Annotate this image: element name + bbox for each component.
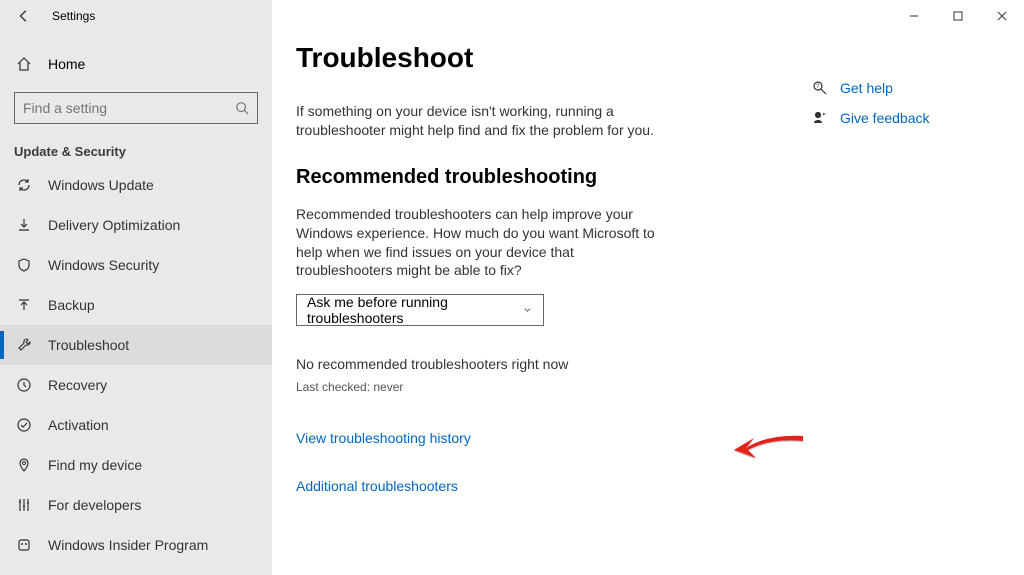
nav-label: Windows Security: [48, 257, 159, 273]
clock-icon: [16, 377, 32, 393]
recommended-intro: Recommended troubleshooters can help imp…: [296, 205, 656, 281]
minimize-icon: [909, 11, 919, 21]
back-button[interactable]: [14, 6, 34, 26]
recommended-heading: Recommended troubleshooting: [296, 166, 788, 189]
additional-troubleshooters-link[interactable]: Additional troubleshooters: [296, 478, 788, 494]
search-box[interactable]: [14, 92, 258, 124]
maximize-icon: [953, 11, 963, 21]
aside-links: ? Get help Give feedback: [812, 0, 1022, 575]
home-nav[interactable]: Home: [0, 44, 272, 84]
home-icon: [16, 56, 32, 72]
settings-window: Settings Home Update & Security Windows …: [0, 0, 1024, 575]
sidebar: Settings Home Update & Security Windows …: [0, 0, 272, 575]
wrench-icon: [16, 337, 32, 353]
nav-label: Activation: [48, 417, 109, 433]
nav-label: Windows Insider Program: [48, 537, 208, 553]
section-title: Update & Security: [0, 128, 272, 165]
nav-delivery-optimization[interactable]: Delivery Optimization: [0, 205, 272, 245]
arrow-left-icon: [17, 9, 31, 23]
nav-windows-update[interactable]: Windows Update: [0, 165, 272, 205]
dropdown-value: Ask me before running troubleshooters: [307, 294, 522, 326]
nav-label: Windows Update: [48, 177, 154, 193]
home-label: Home: [48, 56, 85, 72]
feedback-icon: [812, 110, 828, 126]
nav-troubleshoot[interactable]: Troubleshoot: [0, 325, 272, 365]
upload-icon: [16, 297, 32, 313]
window-title: Settings: [52, 9, 95, 23]
search-input[interactable]: [23, 100, 235, 116]
give-feedback-link[interactable]: Give feedback: [812, 110, 1002, 126]
nav-label: Troubleshoot: [48, 337, 129, 353]
nav-backup[interactable]: Backup: [0, 285, 272, 325]
last-checked-text: Last checked: never: [296, 380, 788, 394]
troubleshoot-preference-dropdown[interactable]: Ask me before running troubleshooters: [296, 294, 544, 326]
download-icon: [16, 217, 32, 233]
sync-icon: [16, 177, 32, 193]
nav-find-my-device[interactable]: Find my device: [0, 445, 272, 485]
location-icon: [16, 457, 32, 473]
nav-windows-security[interactable]: Windows Security: [0, 245, 272, 285]
main-area: Troubleshoot If something on your device…: [272, 0, 1024, 575]
nav-activation[interactable]: Activation: [0, 405, 272, 445]
nav-recovery[interactable]: Recovery: [0, 365, 272, 405]
chevron-down-icon: [522, 304, 533, 316]
nav-windows-insider[interactable]: Windows Insider Program: [0, 525, 272, 565]
insider-icon: [16, 537, 32, 553]
intro-text: If something on your device isn't workin…: [296, 102, 656, 140]
nav-label: Recovery: [48, 377, 107, 393]
nav-label: Find my device: [48, 457, 142, 473]
nav-label: Backup: [48, 297, 95, 313]
help-icon: ?: [812, 80, 828, 96]
page-title: Troubleshoot: [296, 42, 788, 74]
window-controls: [892, 0, 1024, 32]
maximize-button[interactable]: [936, 0, 980, 32]
sliders-icon: [16, 497, 32, 513]
give-feedback-label: Give feedback: [840, 110, 930, 126]
search-icon: [235, 101, 249, 115]
nav-list: Windows Update Delivery Optimization Win…: [0, 165, 272, 565]
minimize-button[interactable]: [892, 0, 936, 32]
shield-icon: [16, 257, 32, 273]
view-history-link[interactable]: View troubleshooting history: [296, 430, 788, 446]
close-button[interactable]: [980, 0, 1024, 32]
titlebar: Settings: [0, 0, 272, 32]
content: Troubleshoot If something on your device…: [272, 0, 812, 575]
no-recommended-text: No recommended troubleshooters right now: [296, 356, 788, 372]
get-help-link[interactable]: ? Get help: [812, 80, 1002, 96]
close-icon: [997, 11, 1007, 21]
nav-label: For developers: [48, 497, 141, 513]
get-help-label: Get help: [840, 80, 893, 96]
nav-label: Delivery Optimization: [48, 217, 180, 233]
search-wrap: [0, 84, 272, 128]
nav-for-developers[interactable]: For developers: [0, 485, 272, 525]
check-circle-icon: [16, 417, 32, 433]
